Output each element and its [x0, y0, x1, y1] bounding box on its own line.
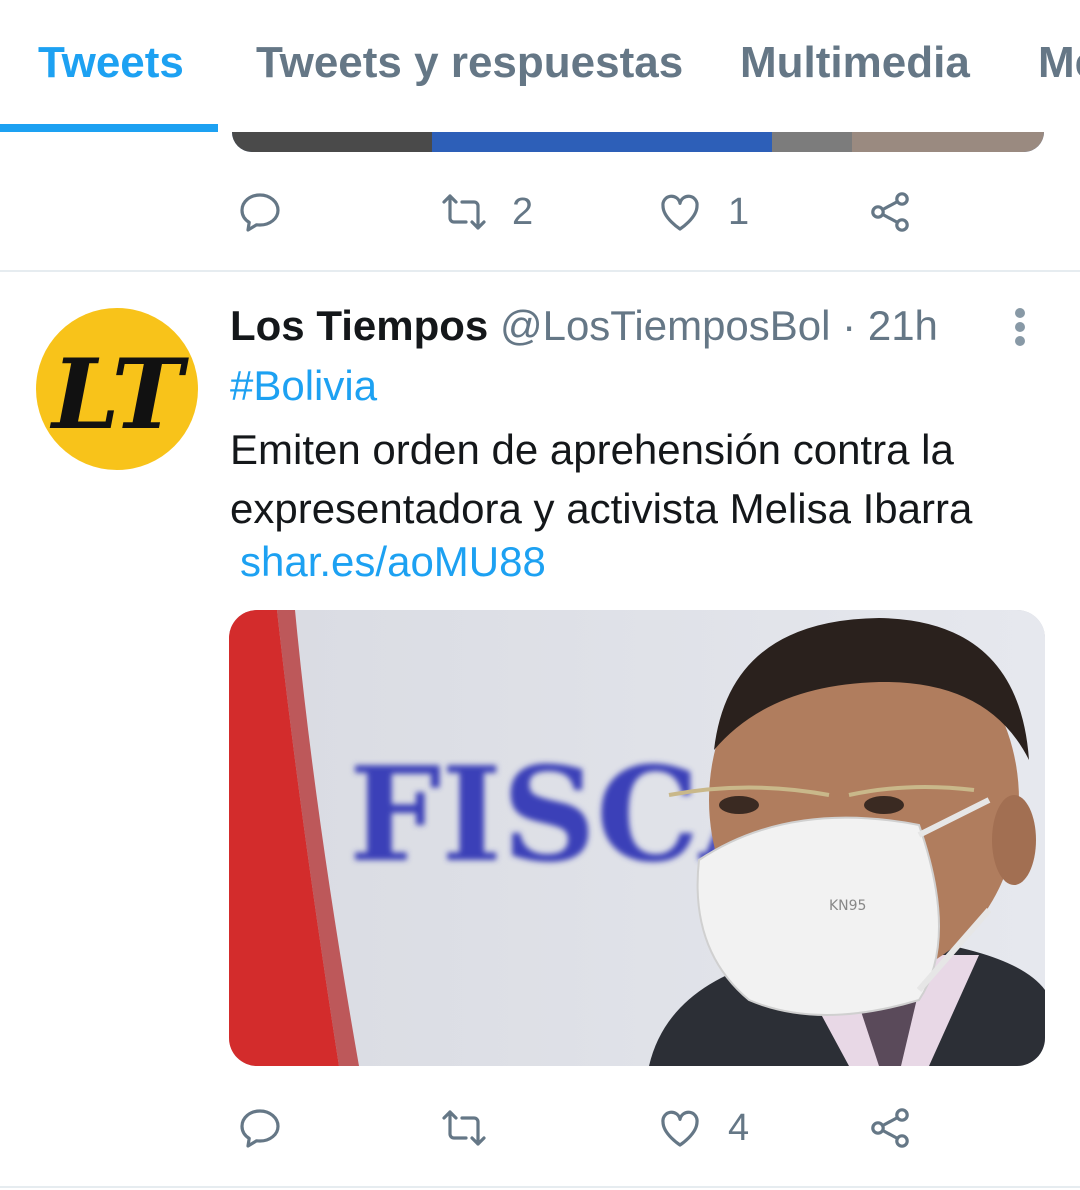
tweet-time[interactable]: 21h: [868, 302, 938, 349]
tweet-divider: [0, 270, 1080, 272]
profile-tabs: Tweets Tweets y respuestas Multimedia Me: [0, 0, 1080, 132]
tweet-header: Los Tiempos @LosTiemposBol · 21h: [230, 302, 938, 350]
more-icon: [1015, 308, 1025, 318]
heart-icon: [661, 1110, 699, 1147]
svg-text:LT: LT: [49, 338, 190, 451]
previous-tweet-actions: 2 1: [0, 182, 1080, 242]
author-name[interactable]: Los Tiempos: [230, 302, 488, 349]
header-separator: ·: [842, 302, 857, 349]
tab-tweets[interactable]: Tweets: [38, 38, 184, 88]
retweet-button[interactable]: [440, 1098, 512, 1158]
tab-tweets-and-replies[interactable]: Tweets y respuestas: [256, 38, 683, 88]
retweet-icon: [442, 194, 486, 230]
reply-icon: [240, 1109, 280, 1148]
share-icon: [871, 192, 909, 232]
tweet-media-image[interactable]: FISCAL KN95: [229, 610, 1045, 1066]
tweet-link[interactable]: shar.es/aoMU88: [240, 538, 546, 586]
like-count: 1: [728, 190, 750, 233]
like-count: 4: [728, 1106, 750, 1149]
like-button[interactable]: 4: [656, 1098, 749, 1158]
tweet-divider: [0, 1186, 1080, 1188]
more-options-button[interactable]: [1006, 306, 1036, 346]
previous-tweet-media[interactable]: [232, 132, 1044, 152]
share-button[interactable]: [866, 182, 914, 242]
reply-button[interactable]: [236, 1098, 284, 1158]
retweet-button[interactable]: 2: [440, 182, 533, 242]
hashtag-link[interactable]: #Bolivia: [230, 362, 377, 410]
avatar[interactable]: LT: [36, 308, 198, 470]
los-tiempos-logo: LT: [49, 338, 190, 451]
heart-icon: [661, 194, 699, 231]
reply-icon: [240, 193, 280, 232]
tweet-actions: 4: [0, 1098, 1080, 1158]
retweet-icon: [442, 1110, 486, 1146]
tab-likes[interactable]: Me: [1038, 38, 1080, 88]
share-button[interactable]: [866, 1098, 914, 1158]
retweet-count: 2: [512, 190, 534, 233]
author-handle[interactable]: @LosTiemposBol: [500, 302, 831, 349]
active-tab-indicator: [0, 124, 218, 132]
tab-media[interactable]: Multimedia: [740, 38, 970, 88]
share-icon: [871, 1108, 909, 1148]
media-photo: FISCAL KN95: [229, 610, 1045, 1066]
reply-button[interactable]: [236, 182, 284, 242]
tweet-text: Emiten orden de aprehensión contra la ex…: [230, 426, 973, 532]
svg-text:KN95: KN95: [829, 898, 866, 914]
like-button[interactable]: 1: [656, 182, 749, 242]
